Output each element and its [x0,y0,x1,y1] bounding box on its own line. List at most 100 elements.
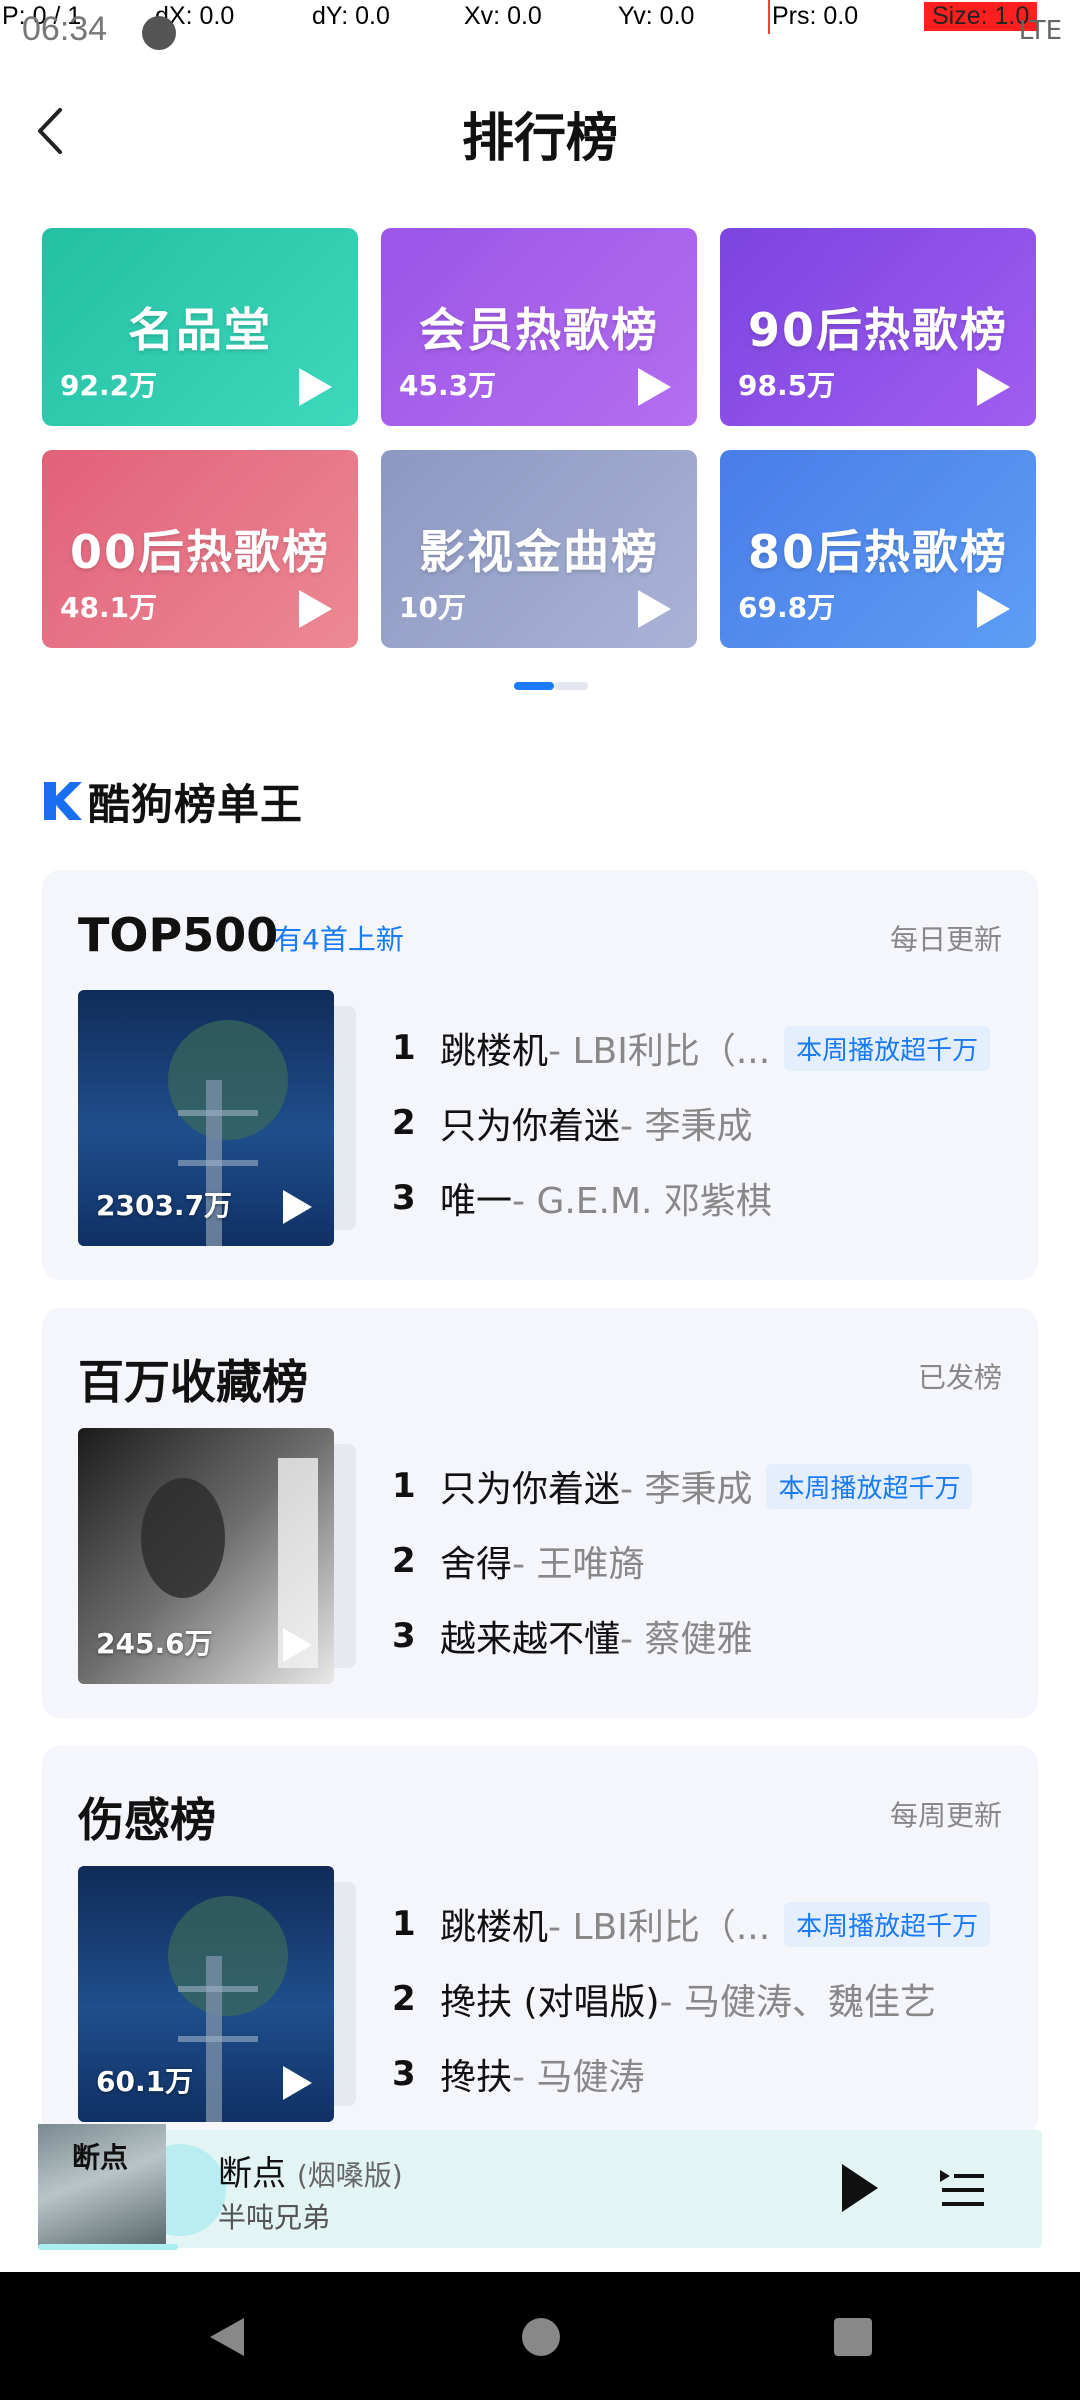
chart-cover[interactable]: 2303.7万 [78,990,334,1246]
chart-update-frequency: 每周更新 [889,1799,1002,1832]
song-rank: 3 [392,1616,416,1656]
player-artist: 半吨兄弟 [218,2201,331,2234]
song-rank: 3 [392,2054,416,2094]
tile-film-songs[interactable]: 影视金曲榜 10万 [381,450,697,648]
song-row[interactable]: 1 只为你着迷 - 李秉成 本周播放超千万 [392,1458,973,1514]
song-title: 搀扶 [440,2057,513,2098]
debug-dy: dY: 0.0 [312,2,390,30]
song-tag: 本周播放超千万 [784,1025,991,1071]
tile-mingpintang[interactable]: 名品堂 92.2万 [42,228,358,426]
tile-90s-hot[interactable]: 90后热歌榜 98.5万 [720,228,1036,426]
play-icon[interactable] [296,366,334,408]
play-icon[interactable] [635,366,673,408]
player-cover[interactable]: 断点 [38,2124,166,2246]
brand-title: 酷狗榜单王 [88,779,304,829]
mini-player[interactable]: 断点 断点 (烟嗓版) 半吨兄弟 [38,2124,1042,2248]
chart-cover[interactable]: 245.6万 [78,1428,334,1684]
song-title: 只为你着迷 [440,1469,621,1510]
player-track-subtitle: (烟嗓版) [296,2159,403,2192]
cover-play-count: 2303.7万 [96,1189,233,1222]
chart-card-sad-songs[interactable]: 伤感榜 每周更新 60.1万 1 跳楼机 - LBI利比（... 本周播放超千万… [42,1746,1038,2136]
nav-recents-button[interactable] [830,2314,876,2360]
song-artist: - 马健涛 [512,2057,645,2098]
song-artist: - 李秉成 [620,1469,753,1510]
chart-cover[interactable]: 60.1万 [78,1866,334,2122]
tile-play-count: 98.5万 [738,369,836,402]
song-row[interactable]: 2 只为你着迷 - 李秉成 [392,1095,752,1151]
cover-stack-shadow [334,1444,356,1668]
play-icon[interactable] [296,588,334,630]
circle-home-icon [522,2318,560,2356]
play-icon[interactable] [280,2064,314,2102]
chart-card-top500[interactable]: TOP500 有4首上新 每日更新 2303.7万 1 跳楼机 - LBI利比（… [42,870,1038,1280]
brand-heading: 酷狗榜单王 [42,774,303,829]
tile-name: 名品堂 [128,303,272,357]
play-icon[interactable] [280,1188,314,1226]
song-row[interactable]: 3 越来越不懂 - 蔡健雅 [392,1608,752,1664]
play-icon[interactable] [974,588,1012,630]
play-icon[interactable] [974,366,1012,408]
tile-play-count: 48.1万 [60,591,158,624]
song-tag: 本周播放超千万 [784,1901,991,1947]
song-artist: - 马健涛、魏佳艺 [659,1982,936,2023]
nav-back-button[interactable] [204,2314,250,2360]
status-app-icon [142,16,176,50]
page-title: 排行榜 [461,109,618,169]
song-row[interactable]: 3 搀扶 - 马健涛 [392,2046,644,2102]
system-nav-bar [0,2272,1080,2400]
tile-80s-hot[interactable]: 80后热歌榜 69.8万 [720,450,1036,648]
song-row[interactable]: 2 搀扶 (对唱版) - 马健涛、魏佳艺 [392,1971,936,2027]
song-row[interactable]: 1 跳楼机 - LBI利比（... 本周播放超千万 [392,1896,991,1952]
playlist-button[interactable] [938,2164,986,2212]
song-title: 越来越不懂 [440,1619,621,1660]
player-track[interactable]: 断点 (烟嗓版) [218,2146,403,2195]
song-artist: - G.E.M. 邓紫棋 [512,1181,772,1222]
song-row[interactable]: 1 跳楼机 - LBI利比（... 本周播放超千万 [392,1020,991,1076]
player-cover-text: 断点 [72,2141,129,2174]
tile-vip-hot[interactable]: 会员热歌榜 45.3万 [381,228,697,426]
cover-play-count: 60.1万 [96,2065,194,2098]
cover-stack-shadow [334,1882,356,2106]
play-icon [842,2164,878,2212]
tile-play-count: 69.8万 [738,591,836,624]
triangle-back-icon [210,2318,244,2356]
tile-00s-hot[interactable]: 00后热歌榜 48.1万 [42,450,358,648]
player-track-title: 断点 [218,2154,286,2194]
square-recents-icon [834,2318,872,2356]
song-rank: 1 [392,1466,416,1506]
tile-name: 会员热歌榜 [419,303,659,357]
chart-title: TOP500 [78,908,279,962]
chart-title: 百万收藏榜 [78,1355,308,1409]
play-icon[interactable] [635,588,673,630]
tile-name: 00后热歌榜 [69,525,330,579]
ranking-screen: P: 0 / 1 dX: 0.0 dY: 0.0 Xv: 0.0 Yv: 0.0… [0,0,1080,2400]
chart-update-frequency: 已发榜 [917,1361,1002,1394]
chart-title: 伤感榜 [78,1793,216,1847]
tile-name: 90后热歌榜 [747,303,1008,357]
player-progress [38,2244,178,2250]
debug-yv: Yv: 0.0 [618,2,695,30]
song-title: 唯一 [440,1181,513,1222]
player-play-button[interactable] [838,2160,882,2216]
song-tag: 本周播放超千万 [766,1463,973,1509]
song-rank: 3 [392,1178,416,1218]
song-title: 跳楼机 [440,1907,549,1948]
playlist-icon [940,2170,984,2206]
status-network: LTE [1018,16,1062,46]
chart-card-million-favorites[interactable]: 百万收藏榜 已发榜 245.6万 1 只为你着迷 - 李秉成 本周播放超千万 2… [42,1308,1038,1718]
song-artist: - 蔡健雅 [620,1619,753,1660]
tile-name: 80后热歌榜 [747,525,1008,579]
tile-play-count: 45.3万 [399,369,497,402]
play-icon[interactable] [280,1626,314,1664]
kugou-logo-icon [44,782,82,820]
debug-prs: Prs: 0.0 [772,2,859,30]
nav-home-button[interactable] [518,2314,564,2360]
status-time: 06:34 [22,10,108,48]
song-title: 搀扶 (对唱版) [440,1982,660,2023]
pager-dot-active [514,682,554,690]
song-row[interactable]: 2 舍得 - 王唯旖 [392,1533,644,1589]
song-row[interactable]: 3 唯一 - G.E.M. 邓紫棋 [392,1170,772,1226]
cover-stack-shadow [334,1006,356,1230]
song-rank: 2 [392,1103,416,1143]
song-title: 舍得 [440,1544,513,1585]
